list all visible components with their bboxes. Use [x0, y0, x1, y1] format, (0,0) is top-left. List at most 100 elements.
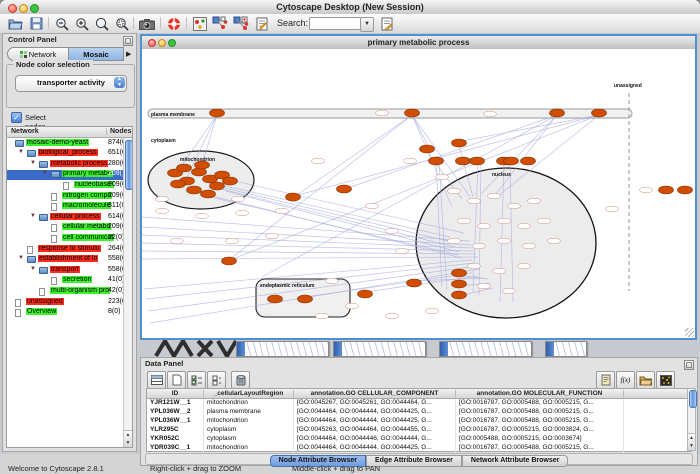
tree-row[interactable]: nucleobase-209(0)	[7, 180, 132, 191]
minimized-window[interactable]	[236, 341, 329, 357]
minimize-window-button[interactable]	[19, 4, 28, 13]
network-node[interactable]	[226, 238, 239, 244]
open-file-button[interactable]	[6, 15, 24, 32]
network-node[interactable]	[508, 203, 521, 209]
network-node[interactable]	[266, 233, 279, 239]
network-node[interactable]	[366, 203, 379, 209]
network-node[interactable]	[498, 218, 511, 224]
zoom-window-button[interactable]	[30, 4, 39, 13]
column-header-molecular-function[interactable]: annotation.GO MOLECULAR_FUNCTION	[456, 390, 624, 399]
network-node[interactable]	[538, 218, 551, 224]
minimized-window[interactable]	[545, 341, 587, 357]
network-node[interactable]	[452, 280, 467, 288]
table-scrollbar-arrows-icon[interactable]: ▲▼	[688, 433, 695, 450]
network-node[interactable]	[223, 177, 238, 185]
network-node[interactable]	[452, 269, 467, 277]
search-dropdown-button[interactable]: ▼	[360, 17, 374, 32]
tree-expander-icon[interactable]: ▼	[30, 213, 36, 219]
close-window-button[interactable]	[8, 4, 17, 13]
column-header-cellular-component[interactable]: annotation.GO CELLULAR_COMPONENT	[294, 390, 456, 399]
network-node[interactable]	[550, 109, 565, 117]
column-header-region[interactable]: _cellularLayoutRegion	[204, 390, 294, 399]
plugin-network-button-1[interactable]	[211, 15, 229, 32]
tab-mosaic[interactable]: Mosaic	[68, 47, 124, 61]
tree-row[interactable]: cellular metabo209(0)	[7, 223, 132, 234]
network-node[interactable]	[456, 157, 471, 165]
network-node[interactable]	[448, 188, 461, 194]
network-node[interactable]	[276, 208, 289, 214]
network-node[interactable]	[232, 196, 245, 202]
network-node[interactable]	[548, 238, 561, 244]
table-row[interactable]: YLR295Ccytoplasm[GO:0045263, GO:0044464,…	[147, 426, 691, 435]
close-view-button[interactable]	[148, 39, 156, 47]
network-node[interactable]	[405, 109, 420, 117]
network-node[interactable]	[192, 168, 207, 176]
network-node[interactable]	[171, 238, 184, 244]
network-node[interactable]	[201, 190, 216, 198]
tree-row[interactable]: mosaic-demo-yeast874(0)	[7, 138, 132, 149]
tab-scroll-right-icon[interactable]: ▶	[126, 50, 131, 58]
tab-network[interactable]: Network	[7, 47, 69, 61]
attribute-editor-button[interactable]	[596, 371, 615, 389]
float-panel-icon[interactable]	[684, 360, 694, 370]
network-node[interactable]	[478, 223, 491, 229]
tree-column-nodes[interactable]: Nodes	[106, 128, 133, 135]
help-button[interactable]	[165, 15, 183, 32]
network-node[interactable]	[436, 174, 449, 180]
tree-scrollbar[interactable]: ▲▼	[123, 138, 132, 447]
table-scrollbar-thumb[interactable]	[689, 390, 697, 408]
network-node[interactable]	[376, 110, 389, 116]
tree-row[interactable]: nitrogen compo209(0)	[7, 191, 132, 202]
minimized-window[interactable]	[439, 341, 532, 357]
network-node[interactable]	[156, 196, 169, 202]
network-node[interactable]	[426, 308, 439, 314]
network-node[interactable]	[386, 228, 399, 234]
network-node[interactable]	[606, 206, 619, 212]
network-node[interactable]	[358, 290, 373, 298]
table-scrollbar[interactable]: ▲▼	[687, 388, 696, 451]
network-window-titlebar[interactable]: primary metabolic process	[142, 36, 695, 50]
network-node[interactable]	[518, 263, 531, 269]
network-node[interactable]	[470, 157, 485, 165]
network-node[interactable]	[177, 164, 192, 172]
tree-row[interactable]: Overview8(0)	[7, 308, 132, 319]
network-node[interactable]	[187, 186, 202, 194]
tree-expander-icon[interactable]: ▼	[42, 170, 48, 176]
save-session-button[interactable]	[27, 15, 45, 32]
network-node[interactable]	[468, 263, 481, 269]
minimize-view-button[interactable]	[158, 39, 166, 47]
network-node[interactable]	[326, 278, 339, 284]
select-attributes-button[interactable]	[147, 371, 166, 389]
network-node[interactable]	[678, 186, 693, 194]
column-header-id[interactable]: ID	[147, 390, 204, 399]
network-node[interactable]	[407, 279, 422, 287]
node-color-dropdown[interactable]: transporter activity ▲▼	[15, 75, 127, 92]
tree-row[interactable]: macromolecule311(0)	[7, 202, 132, 213]
tree-row[interactable]: ▼primary metabo209(...	[7, 170, 132, 181]
network-node[interactable]	[503, 288, 516, 294]
tree-row[interactable]: ▼establishment of lo558(0)	[7, 255, 132, 266]
network-node[interactable]	[452, 291, 467, 299]
network-node[interactable]	[386, 313, 399, 319]
unselect-all-attributes-button[interactable]	[207, 371, 226, 389]
network-node[interactable]	[236, 210, 249, 216]
tree-scrollbar-thumb[interactable]	[125, 140, 133, 190]
zoom-selected-button[interactable]	[113, 15, 131, 32]
network-canvas[interactable]: plasma membrane cytoplasm mitochondrion …	[142, 49, 695, 338]
network-node[interactable]	[473, 243, 486, 249]
tree-row[interactable]: ▼transport558(0)	[7, 265, 132, 276]
network-node[interactable]	[396, 248, 409, 254]
table-row[interactable]: YDR039C__1mitochondrion[GO:0044464, GO:0…	[147, 444, 691, 453]
vizmapper-button[interactable]	[191, 15, 209, 32]
network-node[interactable]	[210, 182, 225, 190]
network-node[interactable]	[156, 208, 169, 214]
tree-row[interactable]: cell communicat22(0)	[7, 233, 132, 244]
zoom-out-button[interactable]	[53, 15, 71, 32]
matrix-view-button[interactable]	[656, 371, 675, 389]
network-node[interactable]	[268, 295, 283, 303]
network-node[interactable]	[521, 157, 536, 165]
network-node[interactable]	[222, 257, 237, 265]
select-nodes-checkbox[interactable]: ✓	[11, 112, 22, 123]
create-attribute-button[interactable]	[167, 371, 186, 389]
network-node[interactable]	[316, 313, 329, 319]
